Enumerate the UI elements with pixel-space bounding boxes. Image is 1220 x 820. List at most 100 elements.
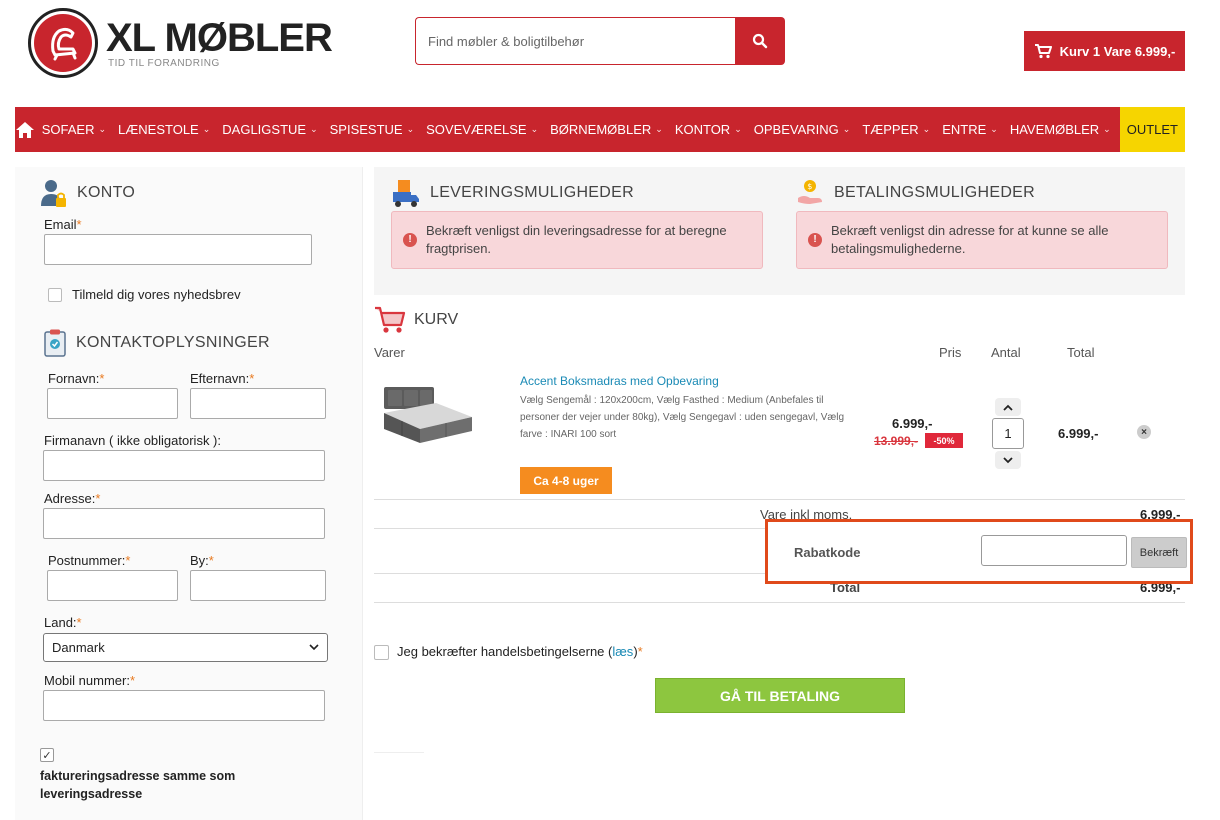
- nav-item-havemoebler[interactable]: HAVEMØBLER ⌄: [1004, 107, 1117, 152]
- nav-item-taepper[interactable]: TÆPPER ⌄: [856, 107, 936, 152]
- site-logo[interactable]: XL MØBLER TID TIL FORANDRING: [28, 8, 348, 80]
- home-button[interactable]: [15, 107, 36, 152]
- brand-name: XL MØBLER: [106, 16, 333, 60]
- nav-item-kontor[interactable]: KONTOR ⌄: [669, 107, 748, 152]
- nav-item-entre[interactable]: ENTRE ⌄: [936, 107, 1004, 152]
- product-old-price: 13.999,-: [874, 434, 919, 448]
- postal-field[interactable]: [47, 570, 178, 601]
- country-label: Land:*: [44, 615, 82, 630]
- quantity-increase-button[interactable]: [995, 398, 1021, 416]
- divider: [374, 499, 1185, 500]
- search-button[interactable]: [735, 17, 785, 65]
- postal-label: Postnummer:*: [48, 553, 131, 568]
- newsletter-checkbox[interactable]: [48, 288, 62, 302]
- chevron-down-icon: ⌄: [1103, 124, 1111, 134]
- mobile-field[interactable]: [43, 690, 325, 721]
- country-value: Danmark: [52, 640, 105, 655]
- payment-hand-icon: $: [798, 180, 822, 204]
- mobile-label: Mobil nummer:*: [44, 673, 136, 688]
- nav-item-dagligstue[interactable]: DAGLIGSTUE ⌄: [216, 107, 323, 152]
- cart-heading: KURV: [374, 305, 458, 335]
- nav-item-sovevaerelse[interactable]: SOVEVÆRELSE ⌄: [420, 107, 544, 152]
- payment-title: BETALINGSMULIGHEDER: [834, 184, 1035, 201]
- nav-item-opbevaring[interactable]: OPBEVARING ⌄: [748, 107, 857, 152]
- alert-icon: !: [808, 233, 822, 247]
- search-bar: [415, 17, 785, 65]
- header-price: Pris: [939, 345, 962, 360]
- search-input[interactable]: [415, 17, 735, 65]
- delivery-time-badge: Ca 4-8 uger: [520, 467, 612, 494]
- product-image[interactable]: [376, 383, 474, 455]
- contact-title: KONTAKTOPLYSNINGER: [76, 334, 270, 351]
- user-lock-icon: [41, 180, 66, 207]
- header-total: Total: [1067, 345, 1095, 360]
- address-field[interactable]: [43, 508, 325, 539]
- nav-item-outlet[interactable]: OUTLET: [1119, 107, 1185, 152]
- product-name-link[interactable]: Accent Boksmadras med Opbevaring: [520, 374, 719, 388]
- payment-alert: ! Bekræft venligst din adresse for at ku…: [796, 211, 1168, 269]
- account-title: KONTO: [77, 184, 136, 201]
- shopping-cart-icon: [375, 306, 406, 333]
- email-label: Email*: [44, 217, 82, 232]
- company-label: Firmanavn ( ikke obligatorisk ):: [44, 433, 221, 448]
- terms-checkbox[interactable]: [374, 645, 389, 660]
- coupon-section: Rabatkode Bekræft: [765, 519, 1193, 584]
- cart-title: KURV: [414, 311, 459, 328]
- chevron-down-icon: ⌄: [655, 124, 663, 134]
- nav-item-boernemoebler[interactable]: BØRNEMØBLER ⌄: [544, 107, 669, 152]
- search-icon: [752, 33, 768, 49]
- cart-button[interactable]: Kurv 1 Vare 6.999,-: [1024, 31, 1185, 71]
- company-field[interactable]: [43, 450, 325, 481]
- clipboard-icon: [44, 329, 66, 357]
- firstname-label: Fornavn:*: [48, 371, 105, 386]
- city-field[interactable]: [190, 570, 326, 601]
- lastname-field[interactable]: [190, 388, 326, 419]
- chevron-down-icon: [309, 644, 319, 651]
- nav-item-sofaer[interactable]: SOFAER ⌄: [36, 107, 112, 152]
- row-total: 6.999,-: [1058, 426, 1099, 441]
- quantity-decrease-button[interactable]: [995, 451, 1021, 469]
- address-label: Adresse:*: [44, 491, 101, 506]
- chevron-down-icon: ⌄: [406, 124, 415, 134]
- billing-same-checkbox[interactable]: ✓: [40, 748, 54, 762]
- chevron-down-icon: ⌄: [842, 124, 851, 134]
- brand-tagline: TID TIL FORANDRING: [108, 58, 220, 69]
- header-quantity: Antal: [991, 345, 1021, 360]
- coupon-apply-button[interactable]: Bekræft: [1131, 537, 1187, 568]
- chevron-down-icon: ⌄: [990, 124, 998, 134]
- svg-text:$: $: [807, 182, 812, 191]
- discount-badge: -50%: [925, 433, 963, 448]
- delivery-title: LEVERINGSMULIGHEDER: [430, 184, 634, 201]
- payment-alert-text: Bekræft venligst din adresse for at kunn…: [831, 223, 1109, 256]
- terms-read-link[interactable]: læs: [612, 644, 633, 659]
- email-field[interactable]: [44, 234, 312, 265]
- coupon-input[interactable]: [981, 535, 1127, 566]
- cart-summary: Kurv 1 Vare 6.999,-: [1059, 43, 1176, 59]
- delivery-icon: [393, 180, 419, 207]
- main-navigation: SOFAER ⌄ LÆNESTOLE ⌄ DAGLIGSTUE ⌄ SPISESTUE…: [15, 107, 1185, 152]
- country-select[interactable]: Danmark: [43, 633, 328, 662]
- chevron-up-icon: [1003, 404, 1013, 411]
- product-price: 6.999,-: [892, 416, 933, 431]
- divider: [374, 752, 424, 753]
- city-label: By:*: [190, 553, 214, 568]
- chevron-down-icon: ⌄: [922, 124, 931, 134]
- remove-item-button[interactable]: ×: [1137, 425, 1151, 439]
- nav-item-spisestue[interactable]: SPISESTUE ⌄: [324, 107, 421, 152]
- chair-icon: [51, 27, 77, 61]
- coupon-label: Rabatkode: [794, 545, 861, 560]
- close-icon: ×: [1141, 426, 1147, 438]
- nav-item-laenestole[interactable]: LÆNESTOLE ⌄: [112, 107, 216, 152]
- account-heading: KONTO: [41, 178, 135, 208]
- checkout-button[interactable]: GÅ TIL BETALING: [655, 678, 905, 713]
- quantity-input[interactable]: 1: [992, 418, 1024, 449]
- cart-icon: [1034, 44, 1052, 59]
- billing-same-label: faktureringsadresse samme som leveringsa…: [40, 769, 236, 801]
- payment-heading: $ BETALINGSMULIGHEDER: [796, 178, 1035, 208]
- chevron-down-icon: ⌄: [530, 124, 539, 134]
- divider: [374, 602, 1185, 603]
- chevron-down-icon: ⌄: [310, 124, 318, 134]
- firstname-field[interactable]: [47, 388, 178, 419]
- product-description: Vælg Sengemål : 120x200cm, Vælg Fasthed …: [520, 395, 845, 440]
- chevron-down-icon: ⌄: [98, 124, 107, 134]
